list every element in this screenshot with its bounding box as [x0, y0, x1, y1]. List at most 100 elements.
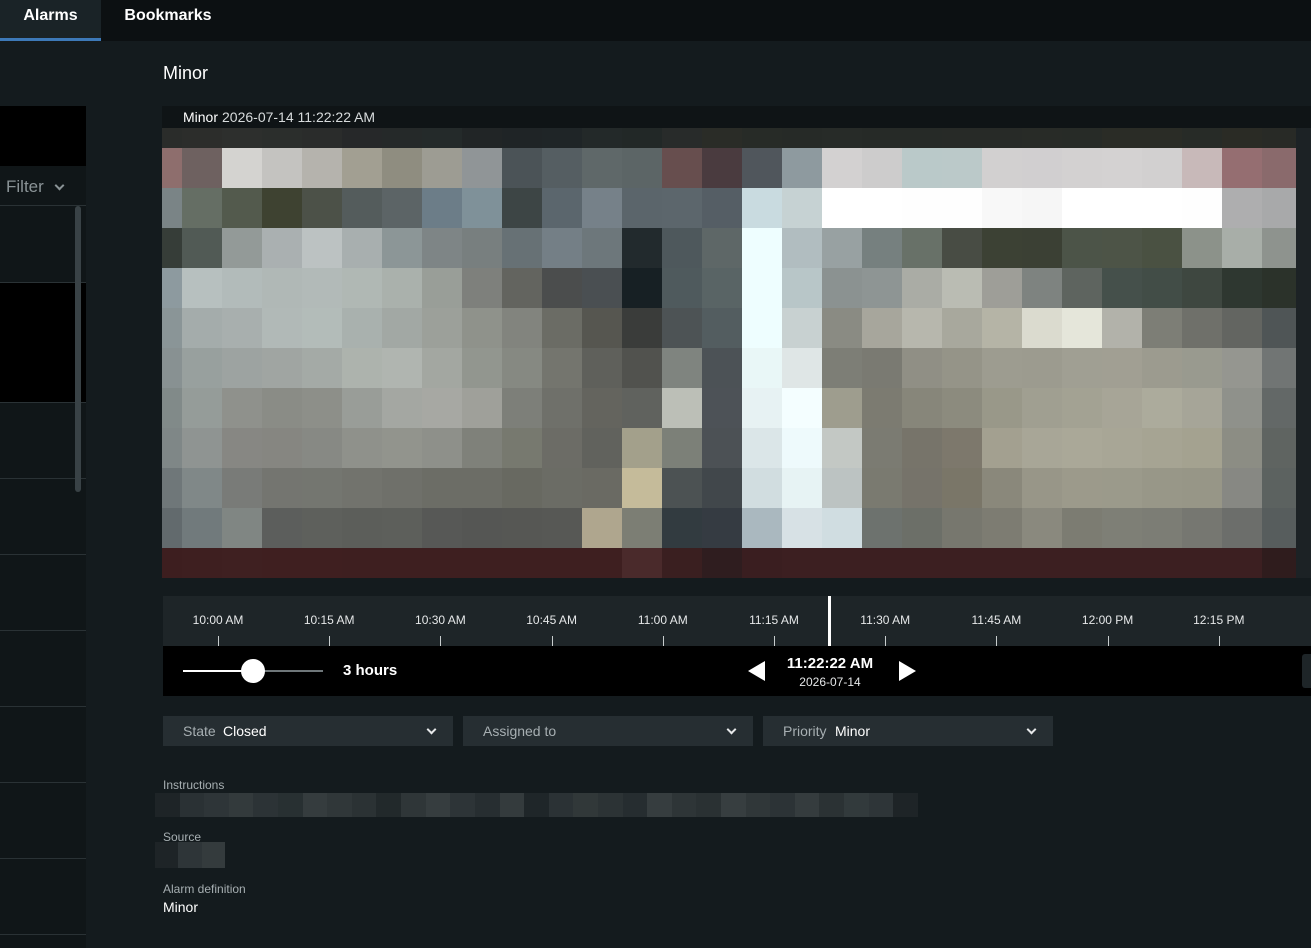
timeline-tick-label: 11:45 AM — [971, 613, 1022, 627]
list-item[interactable] — [0, 403, 86, 479]
video-pixel-block — [1022, 128, 1062, 148]
video-pixel-block — [822, 428, 862, 468]
priority-dropdown[interactable]: Priority Minor — [763, 716, 1053, 746]
list-item[interactable] — [0, 707, 86, 783]
redaction-block — [696, 793, 722, 817]
video-pixel-block — [262, 508, 302, 548]
video-pixel-block — [862, 308, 902, 348]
video-pixel-block — [1182, 428, 1222, 468]
video-pixel-block — [162, 388, 182, 428]
video-pixel-block — [262, 228, 302, 268]
video-pixel-block — [1102, 128, 1142, 148]
controls-edge-button[interactable] — [1302, 654, 1311, 688]
video-pixel-block — [742, 548, 782, 578]
list-item[interactable] — [0, 206, 86, 283]
redaction-block — [253, 793, 279, 817]
video-pixel-block — [542, 308, 582, 348]
list-item[interactable] — [0, 555, 86, 631]
video-pixel-block — [622, 548, 662, 578]
video-pixel-block — [582, 428, 622, 468]
video-pixel-block — [1182, 128, 1222, 148]
video-pixel-block — [502, 508, 542, 548]
list-item[interactable] — [0, 283, 86, 403]
state-value: Closed — [223, 723, 267, 739]
video-pixel-block — [422, 548, 462, 578]
video-pixel-block — [422, 148, 462, 188]
list-item[interactable] — [0, 631, 86, 707]
video-pixel-block — [542, 508, 582, 548]
redaction-block — [622, 793, 648, 817]
alarm-definition-value: Minor — [163, 899, 199, 915]
video-pixel-block — [782, 548, 822, 578]
video-pixel-block — [1182, 388, 1222, 428]
video-pixel-block — [862, 388, 902, 428]
video-pixel-block — [462, 268, 502, 308]
video-pixel-block — [462, 428, 502, 468]
video-pixel-block — [1222, 308, 1262, 348]
video-pixel-block — [462, 508, 502, 548]
video-pixel-block — [1102, 428, 1142, 468]
video-pixel-block — [622, 508, 662, 548]
timespan-label: 3 hours — [343, 662, 398, 679]
video-pixel-block — [1142, 228, 1182, 268]
video-pixel-block — [982, 508, 1022, 548]
video-pixel-block — [182, 128, 222, 148]
list-item[interactable] — [0, 783, 86, 859]
filter-dropdown[interactable]: Filter — [0, 166, 86, 206]
video-pixel-block — [702, 348, 742, 388]
tab-alarms[interactable]: Alarms — [0, 0, 101, 41]
video-pixel-block — [702, 508, 742, 548]
video-pixel-block — [1222, 548, 1262, 578]
video-pixel-block — [1182, 268, 1222, 308]
state-dropdown[interactable]: State Closed — [163, 716, 453, 746]
video-pixel-block — [1262, 468, 1296, 508]
video-pixel-block — [1262, 348, 1296, 388]
priority-value: Minor — [835, 723, 871, 739]
list-scrollbar[interactable] — [75, 206, 81, 492]
video-pixel-block — [542, 388, 582, 428]
video-pixel-block — [742, 308, 782, 348]
list-item[interactable] — [0, 859, 86, 935]
source-redacted — [155, 842, 225, 868]
video-preview[interactable]: Minor 2026-07-14 11:22:22 AM — [162, 106, 1311, 578]
list-item[interactable] — [0, 479, 86, 555]
video-pixel-block — [662, 188, 702, 228]
video-pixel-block — [1222, 228, 1262, 268]
camera-name: Minor — [183, 109, 219, 125]
video-pixel-block — [502, 348, 542, 388]
video-pixel-block — [982, 268, 1022, 308]
video-pixel-block — [862, 188, 902, 228]
tab-bookmarks[interactable]: Bookmarks — [101, 0, 235, 41]
video-pixel-block — [1142, 388, 1182, 428]
video-pixel-block — [1102, 268, 1142, 308]
timespan-slider-thumb[interactable] — [241, 659, 265, 683]
video-pixel-block — [942, 128, 982, 148]
video-pixel-block — [902, 128, 942, 148]
video-pixel-block — [1182, 188, 1222, 228]
timeline[interactable]: 12:15 PM 12:00 PM 11:45 AM 11:30 AM 11:15 AM… — [163, 596, 1311, 646]
video-pixel-block — [1182, 548, 1222, 578]
video-pixel-block — [702, 308, 742, 348]
video-frame-pixelated — [162, 128, 1296, 578]
state-label: State — [183, 723, 216, 739]
timeline-tick-label: 11:15 AM — [749, 613, 799, 627]
video-pixel-block — [262, 308, 302, 348]
video-pixel-block — [382, 428, 422, 468]
video-pixel-block — [862, 128, 902, 148]
chevron-down-icon — [54, 180, 65, 191]
video-pixel-block — [1222, 128, 1262, 148]
triangle-left-icon[interactable] — [746, 660, 768, 682]
timeline-playhead[interactable] — [828, 596, 831, 646]
redaction-block — [425, 793, 451, 817]
assigned-to-dropdown[interactable]: Assigned to — [463, 716, 753, 746]
video-pixel-block — [622, 128, 662, 148]
triangle-right-icon[interactable] — [896, 660, 918, 682]
video-pixel-block — [302, 268, 342, 308]
video-pixel-block — [622, 308, 662, 348]
redaction-block — [647, 793, 672, 817]
timeline-tick-mark — [996, 636, 998, 646]
video-pixel-block — [222, 228, 262, 268]
video-pixel-block — [782, 148, 822, 188]
video-pixel-block — [742, 148, 782, 188]
video-pixel-block — [1142, 468, 1182, 508]
